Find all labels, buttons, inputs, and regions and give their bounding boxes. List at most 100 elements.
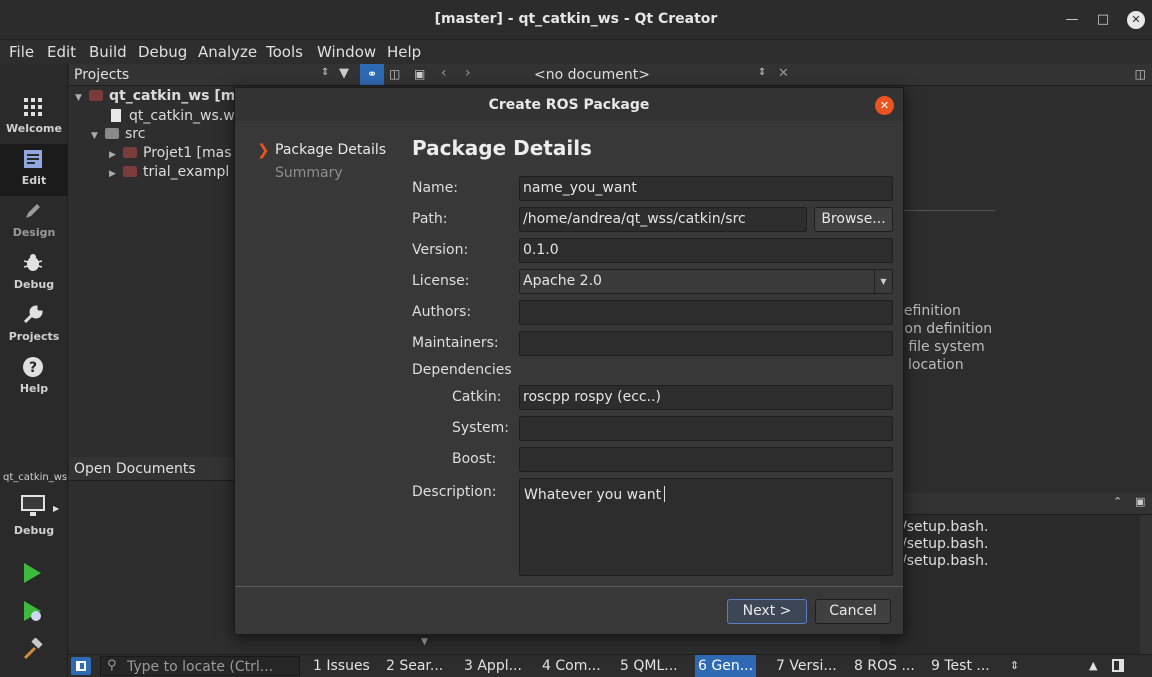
filter-icon[interactable]: ▼ [339, 66, 349, 81]
current-step-chevron-icon: ❯ [257, 141, 270, 159]
tab-issues[interactable]: 1 Issues [313, 658, 370, 674]
pencil-icon [26, 204, 40, 218]
tab-version-control[interactable]: 7 Versi... [776, 658, 837, 674]
kit-selector[interactable]: ▶ Debug [0, 490, 68, 542]
projects-header: Projects ⇕ ▼ ⚭ ◫ ▣ ‹ › <no document> ⇕ ✕ [69, 64, 795, 86]
tree-item-trial[interactable]: ▶ trial_exampl [109, 164, 229, 180]
tab-compile-output[interactable]: 4 Com... [542, 658, 601, 674]
mode-debug[interactable]: Debug [0, 248, 68, 300]
monitor-icon [21, 495, 45, 516]
tab-test[interactable]: 9 Test ... [931, 658, 990, 674]
split-icon[interactable]: ◫ [389, 67, 400, 81]
tab-general[interactable]: 6 Gen... [695, 655, 757, 677]
tree-item-project1[interactable]: ▶ Projet1 [mas [109, 145, 232, 161]
mode-help[interactable]: ? Help [0, 352, 68, 404]
maximize-button[interactable]: □ [1093, 10, 1113, 30]
boost-field[interactable] [519, 447, 893, 472]
menu-help[interactable]: Help [387, 43, 421, 61]
back-icon[interactable]: ‹ [441, 65, 447, 81]
menu-build[interactable]: Build [89, 43, 127, 61]
close-pane-icon[interactable]: ▣ [414, 67, 425, 81]
scroll-down-icon[interactable]: ▼ [421, 637, 428, 647]
path-label: Path: [412, 211, 448, 227]
menu-debug[interactable]: Debug [138, 43, 187, 61]
maintainers-label: Maintainers: [412, 335, 499, 351]
authors-field[interactable] [519, 300, 893, 325]
document-icon [24, 150, 42, 168]
wizard-step-summary: Summary [275, 165, 343, 181]
next-button[interactable]: Next > [727, 599, 807, 624]
mode-label: Help [19, 382, 49, 395]
grid-icon [24, 98, 42, 116]
output-header: ⌃ ▣ [880, 493, 1152, 515]
mode-edit[interactable]: Edit [0, 144, 68, 196]
tab-application-output[interactable]: 3 Appl... [464, 658, 522, 674]
system-field[interactable] [519, 416, 893, 441]
tab-qml[interactable]: 5 QML... [620, 658, 678, 674]
version-field[interactable]: 0.1.0 [519, 238, 893, 263]
version-label: Version: [412, 242, 469, 258]
document-selector[interactable]: <no document> [534, 67, 650, 83]
menu-edit[interactable]: Edit [47, 43, 76, 61]
toggle-sidebar-button[interactable] [71, 657, 91, 675]
menu-tools[interactable]: Tools [266, 43, 303, 61]
document-selector-arrows-icon[interactable]: ⇕ [758, 67, 766, 78]
dialog-close-button[interactable]: ✕ [875, 96, 894, 115]
expand-arrow-icon: ▶ [109, 150, 116, 160]
mode-label: Design [12, 226, 56, 239]
mode-label: Welcome [6, 122, 62, 135]
output-pane: /setup.bash. /setup.bash. /setup.bash. [880, 515, 1152, 655]
output-scrollbar[interactable] [1140, 515, 1152, 655]
menu-file[interactable]: File [9, 43, 34, 61]
maintainers-field[interactable] [519, 331, 893, 356]
close-window-button[interactable]: ✕ [1127, 11, 1145, 29]
show-output-icon[interactable]: ▲ [1089, 659, 1097, 672]
path-field[interactable]: /home/andrea/qt_wss/catkin/src [519, 207, 807, 232]
license-select[interactable]: Apache 2.0 ▼ [519, 269, 893, 294]
collapse-arrow-icon: ▼ [91, 131, 98, 141]
folder-icon [123, 147, 137, 158]
system-label: System: [452, 420, 509, 436]
bug-icon [23, 254, 43, 271]
output-line: /setup.bash. [902, 519, 989, 535]
sync-link-icon[interactable]: ⚭ [360, 64, 384, 85]
more-tabs-icon[interactable]: ⇕ [1010, 659, 1019, 672]
svg-text:?: ? [29, 360, 37, 376]
open-documents-header: Open Documents [69, 457, 234, 481]
catkin-field[interactable]: roscpp rospy (ecc..) [519, 385, 893, 410]
sidebar-toggle-icon [76, 661, 86, 671]
maximize-output-icon[interactable]: ⌃ [1113, 495, 1122, 508]
menu-analyze[interactable]: Analyze [198, 43, 257, 61]
debug-run-button[interactable] [22, 600, 44, 628]
name-field[interactable]: name_you_want [519, 176, 893, 201]
build-button[interactable] [22, 637, 44, 664]
mode-welcome[interactable]: Welcome [0, 92, 68, 144]
close-document-icon[interactable]: ✕ [778, 66, 789, 81]
toggle-right-sidebar-icon[interactable] [1112, 659, 1124, 672]
close-output-icon[interactable]: ▣ [1135, 495, 1145, 508]
mode-label: Projects [8, 330, 60, 343]
page-title: Package Details [412, 136, 592, 160]
mode-design[interactable]: Design [0, 196, 68, 248]
tab-search[interactable]: 2 Sear... [386, 658, 443, 674]
forward-icon[interactable]: › [465, 65, 471, 81]
license-value: Apache 2.0 [523, 273, 602, 289]
tree-item-root[interactable]: ▼ qt_catkin_ws [ma [75, 88, 245, 104]
cancel-button[interactable]: Cancel [815, 599, 891, 624]
browse-button[interactable]: Browse... [814, 207, 893, 232]
mode-projects[interactable]: Projects [0, 300, 68, 352]
projects-view-selector[interactable]: ⇕ [321, 67, 329, 78]
tree-item-src[interactable]: ▼ src [91, 126, 145, 142]
tab-ros[interactable]: 8 ROS ... [854, 658, 915, 674]
locator-input[interactable]: ⚲ Type to locate (Ctrl... [100, 656, 300, 676]
minimize-button[interactable]: — [1062, 10, 1082, 30]
open-documents-title: Open Documents [74, 461, 196, 477]
run-button[interactable] [22, 562, 42, 588]
help-icon: ? [23, 357, 43, 377]
kit-project-label: qt_catkin_ws [3, 472, 68, 483]
menu-window[interactable]: Window [317, 43, 376, 61]
catkin-label: Catkin: [452, 389, 502, 405]
split-editor-icon[interactable]: ◫ [1135, 67, 1146, 81]
tree-item-file[interactable]: qt_catkin_ws.w [111, 107, 235, 124]
description-field[interactable]: Whatever you want [519, 478, 893, 576]
